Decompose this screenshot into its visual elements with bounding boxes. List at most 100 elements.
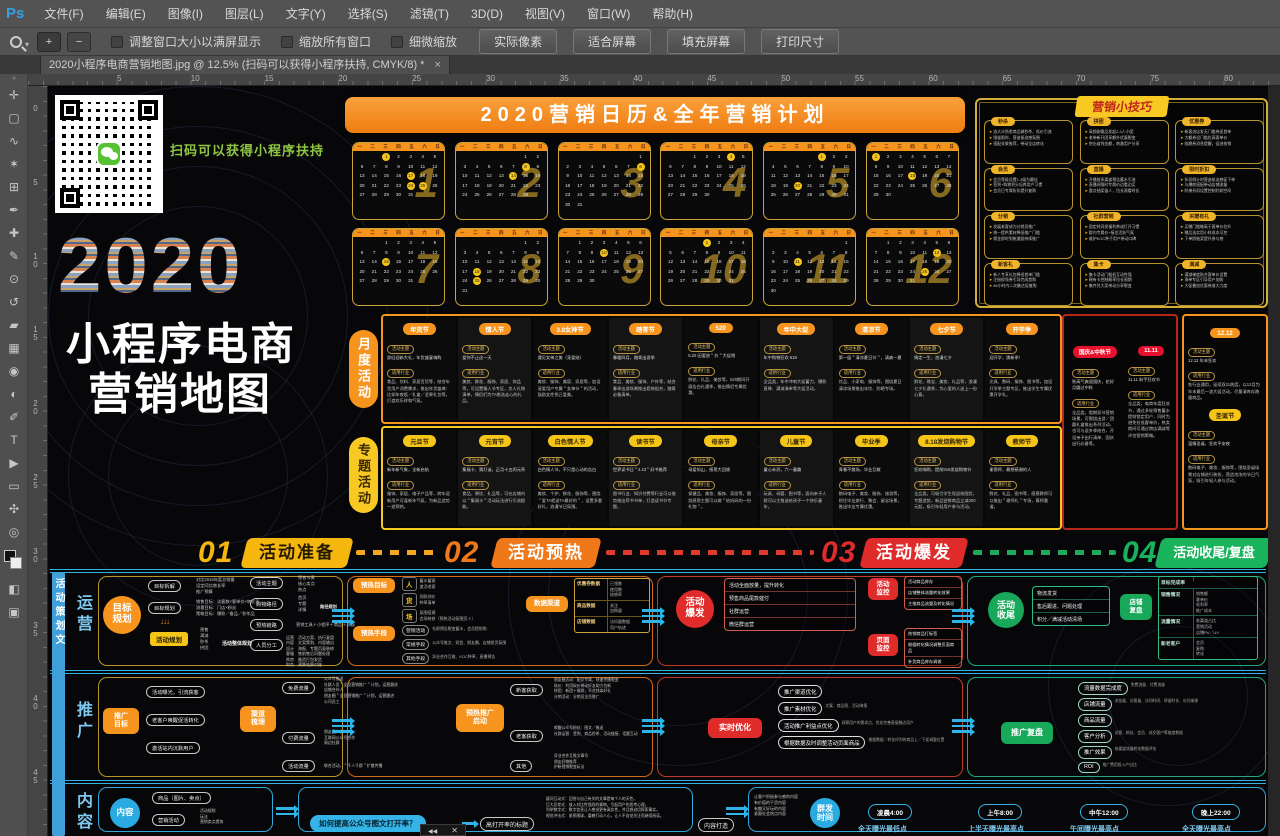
gradient-tool[interactable]: ▦ <box>0 337 28 360</box>
menu-item[interactable]: 3D(D) <box>460 7 514 21</box>
day-number: 10 <box>462 259 467 264</box>
checkbox-icon[interactable] <box>391 36 403 48</box>
checkbox-icon[interactable] <box>281 36 293 48</box>
day-number: 24 <box>407 182 415 190</box>
day-number: 21 <box>511 183 516 188</box>
day-number: 18 <box>741 259 746 264</box>
type-tool[interactable]: T <box>0 429 28 452</box>
checkbox-icon[interactable] <box>111 36 123 48</box>
collapse-left-icon[interactable] <box>428 826 437 835</box>
option-button[interactable]: 填充屏幕 <box>667 29 745 54</box>
day-blank <box>586 152 598 162</box>
collapsed-panel-bar[interactable] <box>420 824 466 836</box>
menu-item[interactable]: 图层(L) <box>214 5 275 22</box>
menu-item[interactable]: 选择(S) <box>337 5 399 22</box>
color-swatches[interactable] <box>0 548 28 578</box>
day-blank <box>483 238 495 248</box>
bullet-icon: ➤ <box>1180 135 1183 140</box>
eraser-tool[interactable]: ▰ <box>0 314 28 337</box>
day-number: 10 <box>577 173 582 178</box>
blur-tool[interactable]: ◉ <box>0 360 28 383</box>
bullet-icon: ➤ <box>989 129 992 134</box>
row-label: 货 <box>402 593 417 607</box>
zoom-in-button[interactable]: + <box>37 32 61 52</box>
healing-brush-tool[interactable]: ✚ <box>0 222 28 245</box>
day-cell: 30 <box>392 190 404 200</box>
industry-label: 适用行业 <box>688 481 715 490</box>
eyedropper-tool[interactable]: ✒ <box>0 199 28 222</box>
crop-tool[interactable]: ⊞ <box>0 176 28 199</box>
hand-tool[interactable]: ✣ <box>0 498 28 521</box>
chevron-down-icon[interactable]: ▾ <box>25 40 29 49</box>
zoom-tool[interactable]: ◎ <box>0 521 28 544</box>
day-cell: 31 <box>459 286 471 296</box>
marquee-tool[interactable]: ▢ <box>0 107 28 130</box>
day-grid: 1234567891011121314151617181920212223242… <box>661 151 752 201</box>
background-color[interactable] <box>10 557 22 569</box>
day-blank <box>368 152 380 162</box>
document-canvas[interactable]: 扫码可以获得小程序扶持 2020 小程序电商 营销地图 2020营销日历&全年营… <box>48 86 1268 836</box>
option-checkbox[interactable]: 调整窗口大小以满屏显示 <box>111 33 261 50</box>
option-checkbox[interactable]: 细微缩放 <box>391 33 457 50</box>
menu-item[interactable]: 文字(Y) <box>275 5 337 22</box>
menu-item[interactable]: 编辑(E) <box>95 5 157 22</box>
screen-mode-icon[interactable]: ▣ <box>0 601 28 624</box>
dodge-tool[interactable]: ◐ <box>0 383 28 406</box>
festival-badge: 开学季 <box>1006 323 1039 335</box>
industry-text: 全品类，电商年度狂欢节，通过多轮预售蓄水提前锁定用户，同时为避免拉低客单价，热卖… <box>1124 401 1178 439</box>
document-tab[interactable]: 2020小程序电商营销地图.jpg @ 12.5% (扫码可以获得小程序扶持, … <box>40 56 450 74</box>
day-cell: 20 <box>356 181 368 191</box>
magic-wand-tool[interactable]: ✶ <box>0 153 28 176</box>
day-number: 25 <box>474 192 479 197</box>
option-checkbox[interactable]: 缩放所有窗口 <box>281 33 371 50</box>
weekday: 四 <box>499 230 504 236</box>
day-cell: 23 <box>882 181 894 191</box>
path-select-tool[interactable]: ▶ <box>0 452 28 475</box>
day-number: 9 <box>772 259 775 264</box>
brush-tool[interactable]: ✎ <box>0 245 28 268</box>
industry-text: 文具、数码、服饰、图书等，加设开学季主题专区，推出学生专属优惠开学礼。 <box>985 379 1058 398</box>
day-number: 9 <box>706 164 709 169</box>
menu-item[interactable]: 滤镜(T) <box>399 5 460 22</box>
day-cell: 3 <box>405 238 417 248</box>
day-number: 21 <box>372 183 377 188</box>
row-text: 社群预告裂变蓄水，会员提前购 <box>432 623 486 631</box>
option-button[interactable]: 适合屏幕 <box>573 29 651 54</box>
day-cell: 22 <box>701 267 713 277</box>
day-blank <box>791 152 803 162</box>
day-number: 28 <box>511 192 516 197</box>
day-cell: 14 <box>943 162 955 172</box>
menu-item[interactable]: 窗口(W) <box>576 5 641 22</box>
close-icon[interactable] <box>451 826 458 835</box>
zoom-out-button[interactable]: − <box>67 32 91 52</box>
day-number: 6 <box>361 164 364 169</box>
content-types: 让客户积极参与感的内容 有价值的干货内容 有趣又好玩的内容 紧跟社会热点内容 <box>754 794 798 817</box>
tab-close-icon[interactable]: × <box>434 59 440 71</box>
day-cell: 30 <box>713 276 725 286</box>
weekday: 五 <box>718 230 723 236</box>
pen-tool[interactable]: ✐ <box>0 406 28 429</box>
lasso-tool[interactable]: ∿ <box>0 130 28 153</box>
panel-collapse-icon[interactable]: » <box>0 74 27 84</box>
move-tool[interactable]: ✛ <box>0 84 28 107</box>
day-number: 17 <box>898 173 903 178</box>
day-number: 31 <box>408 278 413 283</box>
day-cell: 19 <box>483 267 495 277</box>
menu-item[interactable]: 图像(I) <box>157 5 214 22</box>
menu-item[interactable]: 文件(F) <box>33 5 94 22</box>
option-button[interactable]: 打印尺寸 <box>761 29 839 54</box>
day-number: 12 <box>487 259 492 264</box>
shape-tool[interactable]: ▭ <box>0 475 28 498</box>
weekday: 二 <box>370 230 375 236</box>
day-number: 28 <box>680 192 685 197</box>
option-button[interactable]: 实际像素 <box>479 29 557 54</box>
quick-mask-icon[interactable]: ◧ <box>0 578 28 601</box>
clone-stamp-tool[interactable]: ⊙ <box>0 268 28 291</box>
menu-item[interactable]: 帮助(H) <box>641 5 704 22</box>
bullet-icon: ➤ <box>989 230 992 235</box>
day-cell: 7 <box>943 152 955 162</box>
history-brush-tool[interactable]: ↺ <box>0 291 28 314</box>
table-row: ROI推广费用投入产出比 <box>1078 760 1260 774</box>
menu-item[interactable]: 视图(V) <box>514 5 576 22</box>
zoom-tool-icon[interactable] <box>10 36 22 48</box>
